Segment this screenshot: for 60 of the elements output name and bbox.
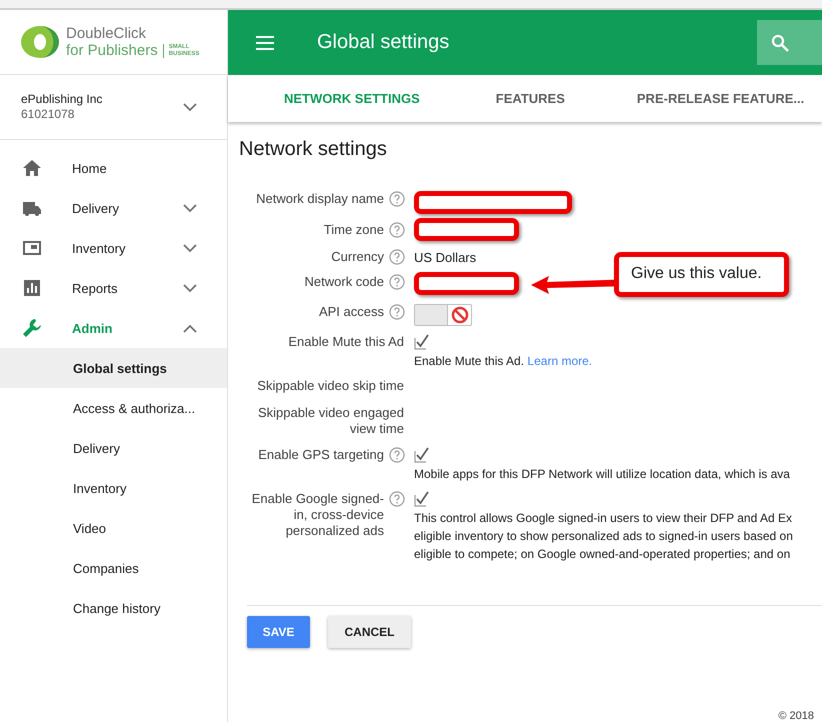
window-icon <box>22 238 42 258</box>
search-button[interactable] <box>757 20 822 65</box>
bar-chart-icon <box>22 278 42 298</box>
tab[interactable]: FEATURES <box>496 91 565 106</box>
learn-more-link[interactable]: Learn more. <box>527 354 592 368</box>
nav-item[interactable]: Admin <box>0 308 227 348</box>
save-button[interactable]: SAVE <box>247 616 310 648</box>
wrench-icon <box>22 318 42 338</box>
field-description: This control allows Google signed-in users to view their DFP and Ad Ex eligible inventory to show personalized ads to signed-in users based on eligible to compete; on Google owned-and-operated properties; and on <box>414 510 794 563</box>
field-value: US Dollars <box>414 250 476 265</box>
help-icon[interactable] <box>389 191 405 207</box>
field-description: Enable Mute this Ad. Learn more. <box>414 353 594 370</box>
field-label: Enable Mute this Ad <box>287 334 405 350</box>
logo-text: for Publishers <box>66 42 158 59</box>
toggle-switch[interactable] <box>414 304 472 326</box>
cancel-button[interactable]: CANCEL <box>328 616 411 648</box>
callout-box: Give us this value. <box>614 252 789 297</box>
field-label: Enable Google signed-in, cross-device personalized ads <box>250 491 384 539</box>
nav-subitem[interactable]: Inventory <box>0 468 227 508</box>
nav-item[interactable]: Delivery <box>0 188 227 228</box>
account-id: 61021078 <box>21 107 76 122</box>
checkbox[interactable] <box>414 447 430 463</box>
menu-icon[interactable] <box>256 36 274 50</box>
nav-subitem[interactable]: Access & authoriza... <box>0 388 227 428</box>
nav-item[interactable]: Inventory <box>0 228 227 268</box>
nav-subitem[interactable]: Video <box>0 508 227 548</box>
page-header-title: Global settings <box>317 31 450 54</box>
nav-subitem[interactable]: Change history <box>0 588 227 628</box>
help-icon[interactable] <box>389 249 405 265</box>
help-icon[interactable] <box>389 274 405 290</box>
field-label: Network code <box>304 274 384 290</box>
field-label: Network display name <box>255 191 384 207</box>
chevron-down-icon[interactable] <box>183 102 197 112</box>
account-name: ePublishing Inc <box>21 92 102 107</box>
checkbox[interactable] <box>414 491 430 507</box>
field-label: Enable GPS targeting <box>257 447 384 463</box>
field-label: Skippable video skip time <box>256 378 405 394</box>
field-label: API access <box>318 304 384 320</box>
field-label: Skippable video engaged view time <box>256 405 405 437</box>
nav-subitem[interactable]: Delivery <box>0 428 227 468</box>
field-label: Time zone <box>322 222 384 238</box>
home-icon <box>22 158 42 178</box>
section-title: Network settings <box>239 138 388 161</box>
help-icon[interactable] <box>389 491 405 507</box>
search-icon <box>771 34 789 52</box>
help-icon[interactable] <box>389 222 405 238</box>
nav-subitem[interactable]: Companies <box>0 548 227 588</box>
help-icon[interactable] <box>389 447 405 463</box>
nav-item[interactable]: Reports <box>0 268 227 308</box>
nav-subitem[interactable]: Global settings <box>0 348 227 388</box>
help-icon[interactable] <box>389 304 405 320</box>
logo-text: DoubleClick <box>66 25 148 42</box>
tab[interactable]: NETWORK SETTINGS <box>284 91 420 106</box>
copyright-text: © 2018 <box>778 710 814 722</box>
nav-item[interactable]: Home <box>0 148 227 188</box>
tab[interactable]: PRE-RELEASE FEATURE... <box>636 91 804 106</box>
field-description: Mobile apps for this DFP Network will utilize location data, which is ava <box>414 466 791 483</box>
checkbox[interactable] <box>414 334 430 350</box>
logo-icon <box>20 25 60 59</box>
field-label: Currency <box>330 249 384 265</box>
